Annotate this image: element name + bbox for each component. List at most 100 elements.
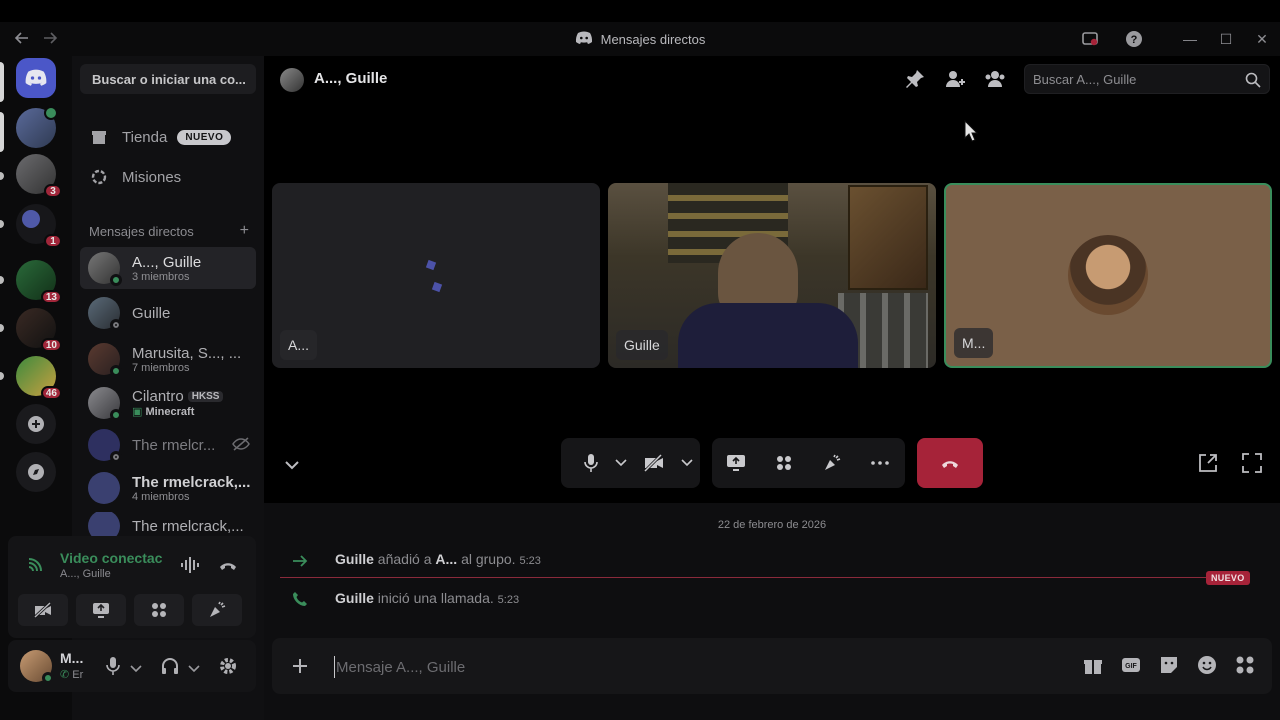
attach-plus-icon[interactable] (290, 656, 310, 679)
sidebar-item-quests[interactable]: Misiones (80, 157, 256, 197)
sidebar-item-shop[interactable]: Tienda NUEVO (80, 117, 256, 157)
gift-icon[interactable] (1082, 654, 1104, 679)
avatar (88, 472, 120, 504)
camera-off-icon (33, 602, 52, 618)
chevron-down-icon[interactable] (284, 457, 300, 473)
headphones-icon[interactable] (160, 656, 180, 679)
discover-button[interactable] (16, 452, 56, 492)
dm-item[interactable]: The rmelcr... (80, 424, 256, 466)
screen-share-button[interactable] (76, 594, 126, 626)
emoji-icon[interactable] (1196, 654, 1218, 679)
voice-connection-panel: Video conectac A..., Guille (8, 536, 256, 638)
chevron-down-icon[interactable] (188, 660, 200, 676)
disconnect-call-button[interactable] (917, 438, 983, 488)
avatar (1068, 235, 1148, 315)
pin-icon[interactable] (904, 68, 926, 93)
home-button[interactable] (16, 58, 56, 98)
chevron-down-icon[interactable] (130, 660, 142, 676)
video-tile[interactable]: A... (272, 183, 600, 368)
dm-item[interactable]: A..., Guille 3 miembros (80, 247, 256, 289)
fullscreen-icon[interactable] (1241, 452, 1263, 477)
gif-icon[interactable]: GIF (1120, 654, 1142, 679)
popout-icon[interactable] (1197, 452, 1219, 477)
gear-icon[interactable] (218, 656, 238, 679)
server-icon[interactable]: 1 (16, 204, 62, 248)
minimize-button[interactable]: — (1172, 22, 1208, 56)
plus-icon (28, 416, 44, 432)
avatar (88, 387, 122, 421)
active-indicator (0, 62, 4, 102)
dm-name: Marusita, S..., ... (132, 344, 242, 362)
screen-share-icon (93, 603, 109, 618)
activities-icon (777, 456, 791, 470)
server-icon[interactable]: 46 (16, 356, 62, 400)
more-options-button[interactable] (856, 438, 904, 488)
message-input[interactable] (334, 656, 1034, 678)
noise-suppression-icon[interactable] (180, 556, 202, 577)
dm-item[interactable]: Marusita, S..., ... 7 miembros (80, 338, 256, 380)
server-icon[interactable]: 3 (16, 154, 62, 198)
search-input[interactable]: Buscar A..., Guille (1024, 64, 1270, 94)
sticker-icon[interactable] (1158, 654, 1180, 679)
help-icon[interactable]: ? (1116, 22, 1152, 56)
members-icon[interactable] (984, 68, 1006, 93)
message-author[interactable]: Guille (335, 590, 374, 606)
add-friends-icon[interactable] (944, 68, 966, 93)
muted-icon (232, 436, 250, 455)
dm-item[interactable]: Guille (80, 292, 256, 334)
activities-button[interactable] (134, 594, 184, 626)
tile-label: A... (280, 330, 318, 360)
toggle-camera-button[interactable] (18, 594, 68, 626)
activities-button[interactable] (760, 438, 808, 488)
activities-icon (152, 603, 166, 617)
chevron-down-icon[interactable] (611, 438, 631, 488)
apps-icon[interactable] (1234, 654, 1256, 679)
dm-sub: 4 miembros (132, 490, 190, 503)
screen-share-button[interactable] (712, 438, 760, 488)
microphone-icon[interactable] (106, 656, 120, 679)
message-target[interactable]: A... (435, 551, 457, 567)
server-icon[interactable] (16, 106, 58, 148)
close-button[interactable]: ✕ (1244, 22, 1280, 56)
video-frame (678, 303, 858, 368)
dm-name: The rmelcrack,... (132, 473, 251, 491)
video-tile[interactable]: Guille (608, 183, 936, 368)
add-server-button[interactable] (16, 404, 56, 444)
discord-logo-icon (25, 69, 47, 86)
window-title-text: Mensajes directos (600, 32, 706, 47)
voice-channel[interactable]: A..., Guille (60, 568, 111, 580)
server-badge: 10 (40, 338, 62, 352)
chevron-down-icon[interactable] (677, 438, 697, 488)
date-divider: 22 de febrero de 2026 (717, 519, 827, 531)
message-author[interactable]: Guille (335, 551, 374, 567)
svg-text:?: ? (1131, 34, 1138, 46)
dm-search-input[interactable]: Buscar o iniciar una co... (80, 64, 256, 94)
call-area: A..., Guille Buscar A..., Guille A... Gu… (264, 56, 1280, 503)
soundboard-button[interactable] (192, 594, 242, 626)
video-frame (848, 185, 928, 290)
server-badge: 3 (44, 184, 62, 198)
message-text: añadió a (373, 551, 436, 567)
avatar[interactable] (20, 650, 54, 684)
video-tile-speaking[interactable]: M... (944, 183, 1272, 368)
soundboard-button[interactable] (808, 438, 856, 488)
avatar (88, 429, 122, 463)
tile-label: Guille (616, 330, 668, 360)
server-icon[interactable]: 13 (16, 260, 62, 304)
inbox-icon[interactable] (1072, 22, 1108, 56)
arrow-right-icon (292, 554, 308, 570)
mute-button[interactable] (571, 438, 611, 488)
new-messages-divider (280, 577, 1248, 578)
group-avatar (280, 68, 304, 92)
dm-item[interactable]: Cilantro HKSS ▣ Minecraft (80, 382, 256, 424)
microphone-icon (584, 454, 598, 472)
main-area: A..., Guille Buscar A..., Guille A... Gu… (264, 56, 1280, 720)
system-message: Guille inició una llamada. 5:23 (335, 590, 519, 606)
camera-button[interactable] (631, 438, 677, 488)
create-dm-button[interactable]: + (240, 222, 249, 240)
maximize-button[interactable]: ☐ (1208, 22, 1244, 56)
voice-status: Video conectac (60, 550, 163, 566)
disconnect-icon[interactable] (218, 558, 238, 575)
server-icon[interactable]: 10 (16, 308, 62, 352)
dm-item[interactable]: The rmelcrack,... 4 miembros (80, 467, 256, 509)
